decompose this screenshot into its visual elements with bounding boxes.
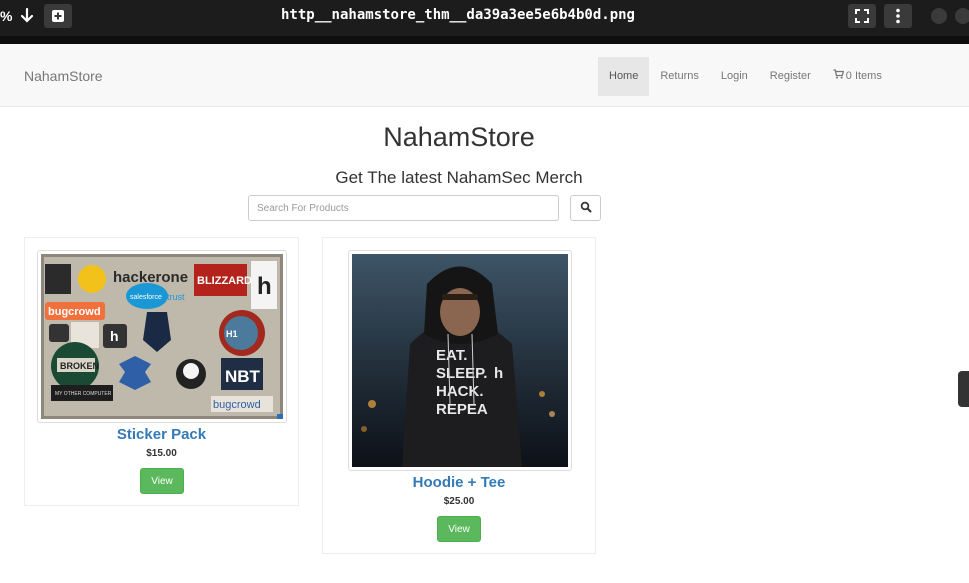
nav-item-home[interactable]: Home — [598, 57, 650, 96]
shirt-text: SLEEP. — [436, 365, 487, 382]
shopping-cart-icon — [833, 57, 844, 96]
nav-links: Home Returns Login Register 0 Items — [598, 57, 893, 96]
product-name[interactable]: Hoodie + Tee — [323, 474, 595, 491]
view-product-button[interactable]: View — [140, 468, 184, 494]
sticker-text: BLIZZARD — [197, 275, 252, 287]
nav-item-register[interactable]: Register — [759, 57, 822, 96]
sticker-text: bugcrowd — [213, 399, 261, 411]
site-navbar: NahamStore Home Returns Login Register 0… — [0, 44, 969, 107]
window-dot[interactable] — [931, 8, 947, 24]
shirt-text: HACK. — [436, 383, 484, 400]
page-title: NahamStore — [383, 122, 535, 152]
svg-text:h: h — [110, 328, 119, 344]
window-dot[interactable] — [955, 8, 969, 24]
view-product-button[interactable]: View — [437, 516, 481, 542]
file-title: http__nahamstore_thm__da39a3ee5e6b4b0d.p… — [280, 7, 635, 23]
viewer-divider — [0, 36, 969, 44]
shirt-text: REPEA — [436, 401, 488, 418]
product-price: $15.00 — [146, 448, 177, 459]
search-icon — [580, 201, 592, 216]
product-image-hoodie-tee[interactable]: EAT. SLEEP. HACK. REPEA h — [348, 250, 572, 471]
sticker-text: NBT — [225, 367, 261, 386]
viewer-toolbar: % http__nahamstore_thm__da39a3ee5e6b4b0d… — [0, 0, 969, 36]
sticker-text: BROKEN — [60, 361, 99, 371]
svg-text:h: h — [257, 273, 272, 300]
page-tagline: Get The latest NahamSec Merch — [335, 168, 583, 187]
sticker-text: salesforce — [130, 294, 162, 301]
side-panel-tab[interactable] — [958, 371, 969, 407]
product-card: EAT. SLEEP. HACK. REPEA h Hoodie + Tee $… — [322, 237, 596, 554]
search-input[interactable] — [248, 195, 559, 221]
nav-item-login[interactable]: Login — [710, 57, 759, 96]
svg-text:H1: H1 — [226, 329, 238, 339]
svg-text:MY OTHER COMPUTER: MY OTHER COMPUTER — [55, 391, 112, 397]
product-price: $25.00 — [443, 496, 475, 507]
fullscreen-button[interactable] — [848, 4, 876, 28]
product-name[interactable]: Sticker Pack — [25, 426, 298, 443]
nav-item-cart[interactable]: 0 Items — [822, 57, 893, 96]
nav-item-returns[interactable]: Returns — [649, 57, 710, 96]
product-image-sticker-pack[interactable]: hackerone BLIZZARD h bugcrowd salesforce… — [37, 250, 287, 423]
shirt-text: EAT. — [436, 347, 467, 364]
cart-count: 0 Items — [845, 70, 882, 82]
brand-link[interactable]: NahamStore — [24, 68, 103, 84]
sticker-text: bugcrowd — [48, 306, 101, 318]
sticker-text: trust — [167, 292, 185, 302]
svg-text:h: h — [494, 365, 503, 382]
product-card: hackerone BLIZZARD h bugcrowd salesforce… — [24, 237, 299, 506]
more-options-button[interactable] — [884, 4, 912, 28]
search-button[interactable] — [570, 195, 601, 221]
